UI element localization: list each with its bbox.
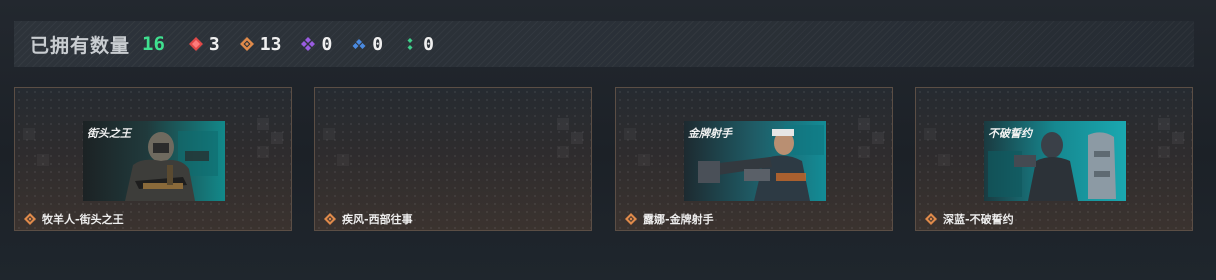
skin-card[interactable]: 金牌射手 露娜-金牌射手 <box>615 87 893 231</box>
skin-card-list: 街头之王 牧羊人-街头之王 疾风-西部往事 金牌射手 露娜-金牌射手 不破誓约 … <box>14 87 1194 233</box>
rarity-count-purple: 0 <box>301 34 332 55</box>
skin-card-label: 露娜-金牌射手 <box>625 211 714 227</box>
owned-count-title: 已拥有数量 <box>30 34 131 57</box>
skin-card[interactable]: 不破誓约 深蓝-不破誓约 <box>915 87 1193 231</box>
skin-name: 疾风-西部往事 <box>342 213 413 226</box>
skin-card[interactable]: 疾风-西部往事 <box>314 87 592 231</box>
orange-diamond-icon <box>925 213 937 225</box>
orange-diamond-icon <box>625 213 637 225</box>
rarity-count-orange: 13 <box>239 33 282 55</box>
orange-diamond-icon <box>239 37 254 51</box>
rarity-count-red-value: 3 <box>208 33 220 55</box>
rarity-counts: 3 13 0 0 0 <box>188 33 454 55</box>
rarity-count-blue: 0 <box>352 34 383 55</box>
blue-diamond-cluster-icon <box>352 39 366 49</box>
purple-diamond-cluster-icon <box>301 37 316 51</box>
rarity-count-red: 3 <box>188 33 220 55</box>
rarity-count-orange-value: 13 <box>259 33 282 55</box>
skin-image-caption: 不破誓约 <box>988 127 1032 140</box>
skin-card-label: 牧羊人-街头之王 <box>24 211 124 227</box>
orange-diamond-icon <box>24 213 36 225</box>
skin-card-label: 深蓝-不破誓约 <box>925 211 1014 227</box>
rarity-count-purple-value: 0 <box>321 33 333 55</box>
skin-thumbnail: 不破誓约 <box>984 121 1126 201</box>
owned-total-count: 16 <box>142 33 165 55</box>
skin-name: 牧羊人-街头之王 <box>42 213 124 226</box>
rarity-count-blue-value: 0 <box>372 33 384 55</box>
skin-image-caption: 金牌射手 <box>688 127 732 140</box>
skin-card[interactable]: 街头之王 牧羊人-街头之王 <box>14 87 292 231</box>
skin-card-label: 疾风-西部往事 <box>324 211 413 227</box>
skin-image-caption: 街头之王 <box>87 127 131 140</box>
rarity-count-green: 0 <box>403 34 434 55</box>
skin-thumbnail: 街头之王 <box>83 121 225 201</box>
skin-name: 深蓝-不破誓约 <box>943 213 1014 226</box>
owned-count-bar: 已拥有数量 16 3 13 0 0 0 <box>14 21 1194 67</box>
skin-thumbnail: 金牌射手 <box>684 121 826 201</box>
skin-name: 露娜-金牌射手 <box>643 213 714 226</box>
red-diamond-icon <box>188 37 203 51</box>
orange-diamond-icon <box>324 213 336 225</box>
green-dots-icon <box>407 38 413 50</box>
rarity-count-green-value: 0 <box>423 33 434 55</box>
